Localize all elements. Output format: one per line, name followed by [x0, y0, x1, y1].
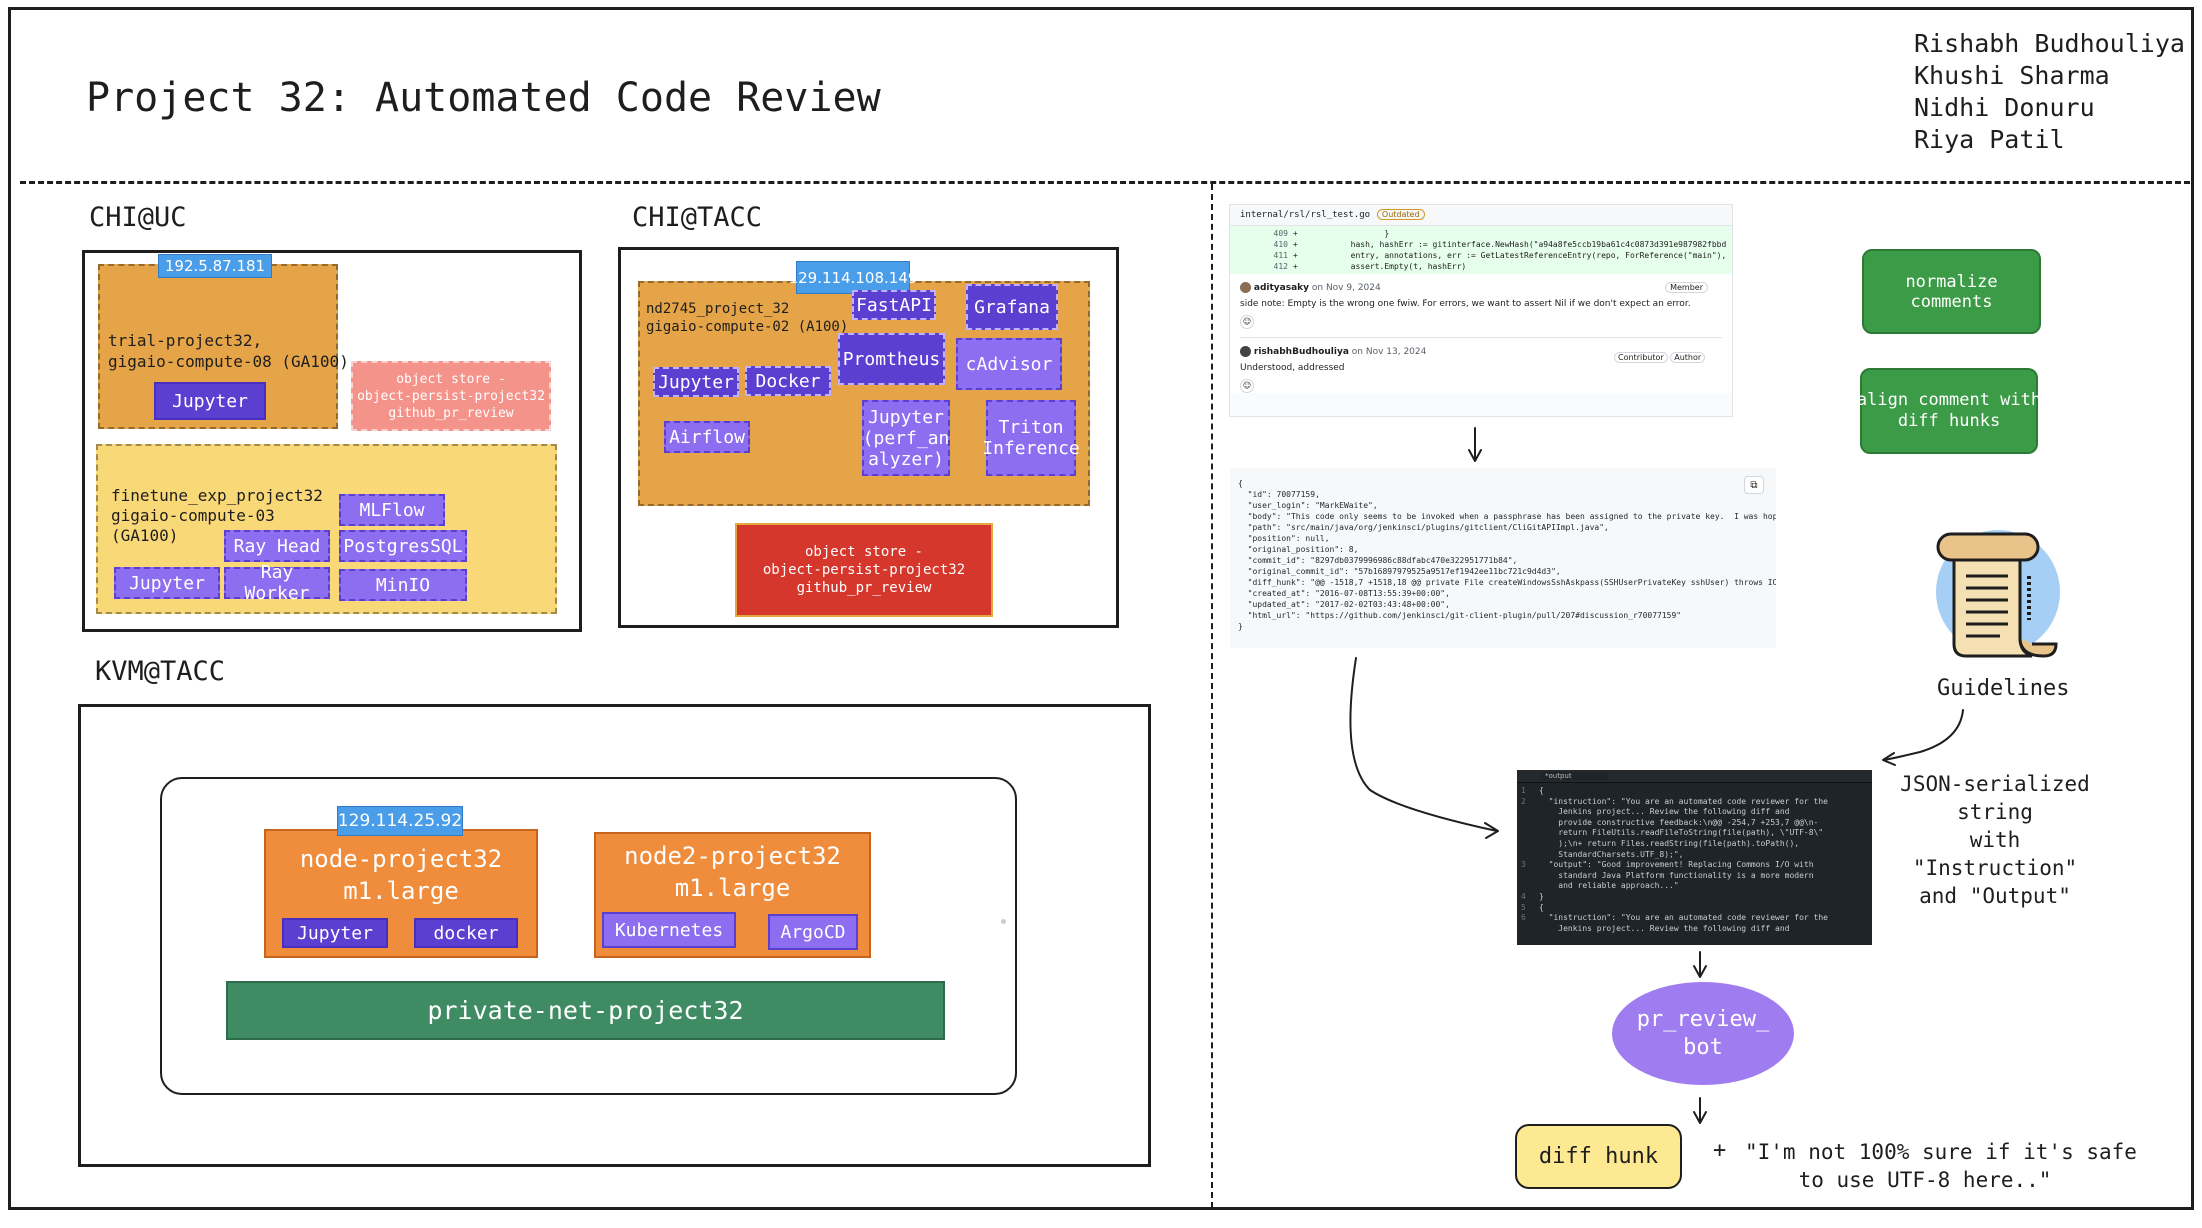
- arrow-guidelines-to-note: [1883, 709, 1964, 761]
- arrow-json-to-dataset: [1349, 657, 1498, 832]
- flow-arrows: [1349, 427, 1964, 1124]
